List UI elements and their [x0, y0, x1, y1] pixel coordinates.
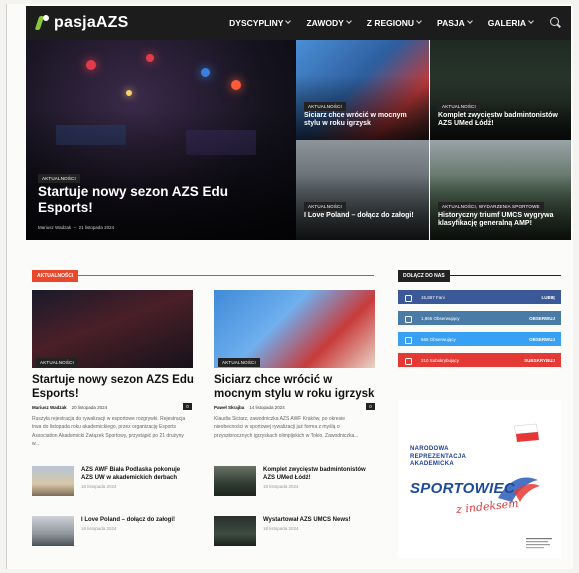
article-thumbnail[interactable] — [214, 466, 256, 496]
article-meta: Paweł Skrajba 14 listopada 2024 — [214, 405, 285, 410]
ad-brand: SPORTOWIEC — [410, 480, 515, 497]
sponsor-logo-icon — [526, 538, 552, 549]
author[interactable]: Paweł Skrajba — [214, 405, 244, 410]
sidebar-advertisement[interactable]: Narodowa reprezentacja akademicka SPORTO… — [398, 400, 561, 558]
date: 21 listopada 2024 — [78, 225, 115, 230]
top-navbar: pasjaAZS DYSCYPLINY ZAWODY Z REGIONU PAS… — [26, 6, 571, 40]
social-instagram[interactable]: 1,865 Obserwujący OBSERWUJ — [398, 311, 561, 325]
featured-main[interactable]: AKTUALNOŚCI Startuje nowy sezon AZS Edu … — [26, 40, 296, 240]
logo-text: pasjaAZS — [54, 14, 129, 31]
article-image[interactable]: AKTUALNOŚCI — [214, 290, 375, 368]
tile-title[interactable]: Historyczny triumf UMCS wygrywa klasyfik… — [438, 212, 563, 229]
menu-item-galeria[interactable]: GALERIA — [480, 18, 541, 28]
date: 18 listopada 2024 — [81, 526, 117, 532]
featured-tile-4[interactable]: AKTUALNOŚCI, WYDARZENIA SPORTOWE History… — [430, 140, 571, 240]
article-excerpt: Klaudia Siciarz, zawodniczka AZS AWF Kra… — [214, 416, 359, 439]
news-section-header: AKTUALNOŚCI — [32, 264, 374, 282]
category-label[interactable]: AKTUALNOŚCI — [304, 102, 346, 111]
author[interactable]: Mariusz Wadzak — [32, 405, 67, 410]
social-youtube[interactable]: 210 Subskrybujący SUBSKRYBUJ — [398, 353, 561, 367]
chevron-down-icon — [345, 18, 352, 24]
article-thumbnail[interactable] — [32, 466, 74, 496]
list-item[interactable]: I Love Poland – dołącz do załogi! 18 lis… — [32, 516, 192, 546]
category-label[interactable]: AKTUALNOŚCI, WYDARZENIA SPORTOWE — [438, 202, 544, 211]
chevron-down-icon — [285, 18, 292, 24]
date: 18 listopada 2024 — [263, 526, 299, 532]
menu-item-pasja[interactable]: PASJA — [429, 18, 480, 28]
tile-title[interactable]: Siciarz chce wrócić w mocnym stylu w rok… — [304, 112, 422, 129]
date: 20 listopada 2024 — [71, 405, 108, 410]
site-logo[interactable]: pasjaAZS — [34, 12, 129, 34]
search-icon[interactable] — [550, 17, 561, 28]
article-thumbnail[interactable] — [214, 516, 256, 546]
comment-count[interactable]: 0 — [366, 403, 375, 410]
join-us-header: DOŁĄCZ DO NAS — [398, 264, 561, 282]
facebook-icon — [404, 294, 412, 302]
author[interactable]: Mariusz Wadzak — [38, 225, 71, 230]
ad-tagline: z indeksem — [455, 496, 520, 517]
social-count: 565 Obserwujący — [421, 336, 456, 342]
featured-title[interactable]: Startuje nowy sezon AZS Edu Esports! — [38, 184, 238, 216]
flag-icon — [513, 423, 539, 442]
list-item[interactable]: Komplet zwycięstw badmintonistów AZS UMe… — [214, 466, 374, 496]
social-action[interactable]: LUBIĘ — [542, 295, 556, 300]
menu-item-z-regionu[interactable]: Z REGIONU — [359, 18, 429, 28]
date: 14 listopada 2024 — [249, 405, 285, 410]
logo-icon — [34, 14, 52, 32]
menu-item-zawody[interactable]: ZAWODY — [298, 18, 358, 28]
main-menu: DYSCYPLINY ZAWODY Z REGIONU PASJA GALERI… — [221, 6, 541, 40]
featured-meta: Mariusz Wadzak – 21 listopada 2024 — [38, 225, 115, 230]
mini-title[interactable]: I Love Poland – dołącz do załogi! — [81, 516, 175, 524]
category-label[interactable]: AKTUALNOŚCI — [36, 358, 78, 367]
social-action[interactable]: OBSERWUJ — [529, 337, 555, 342]
youtube-icon — [404, 357, 412, 365]
social-action[interactable]: SUBSKRYBUJ — [524, 358, 555, 363]
tile-title[interactable]: I Love Poland – dołącz do załogi! — [304, 212, 414, 220]
date: 18 listopada 2024 — [81, 484, 117, 490]
mini-title[interactable]: Komplet zwycięstw badmintonistów AZS UMe… — [263, 466, 374, 482]
chevron-down-icon — [466, 18, 473, 24]
article-meta: Mariusz Wadzak 20 listopada 2024 — [32, 405, 107, 410]
social-count: 210 Subskrybujący — [421, 357, 460, 363]
mini-title[interactable]: AZS AWF Biała Podlaska pokonuje AZS UW w… — [81, 466, 192, 482]
social-count: 15,887 Fani — [421, 294, 445, 300]
category-label[interactable]: AKTUALNOŚCI — [438, 102, 480, 111]
instagram-icon — [404, 315, 412, 323]
list-item[interactable]: Wystartował AZS UMCS News! 18 listopada … — [214, 516, 374, 546]
social-count: 1,865 Obserwujący — [421, 315, 460, 321]
date: 18 listopada 2024 — [263, 484, 299, 490]
social-facebook[interactable]: 15,887 Fani LUBIĘ — [398, 290, 561, 304]
chevron-down-icon — [416, 18, 422, 24]
category-label[interactable]: AKTUALNOŚCI — [218, 358, 260, 367]
tile-title[interactable]: Komplet zwycięstw badmintonistów AZS UMe… — [438, 112, 563, 129]
list-item[interactable]: AZS AWF Biała Podlaska pokonuje AZS UW w… — [32, 466, 192, 496]
featured-tile-3[interactable]: AKTUALNOŚCI I Love Poland – dołącz do za… — [296, 140, 429, 240]
category-label[interactable]: AKTUALNOŚCI — [304, 202, 346, 211]
featured-grid: AKTUALNOŚCI Startuje nowy sezon AZS Edu … — [26, 40, 571, 240]
article-title[interactable]: Startuje nowy sezon AZS Edu Esports! — [32, 373, 197, 402]
article-image[interactable]: AKTUALNOŚCI — [32, 290, 193, 368]
chevron-down-icon — [528, 18, 534, 24]
article-excerpt: Ruszyła rejestracja do rywalizacji w esp… — [32, 416, 186, 447]
category-label[interactable]: AKTUALNOŚCI — [38, 174, 80, 183]
article-title[interactable]: Siciarz chce wrócić w mocnym stylu w rok… — [214, 373, 379, 402]
mini-title[interactable]: Wystartował AZS UMCS News! — [263, 516, 350, 524]
social-twitter[interactable]: 565 Obserwujący OBSERWUJ — [398, 332, 561, 346]
comment-count[interactable]: 0 — [183, 403, 192, 410]
article-thumbnail[interactable] — [32, 516, 74, 546]
featured-tile-2[interactable]: AKTUALNOŚCI Komplet zwycięstw badmintoni… — [430, 40, 571, 140]
featured-tile-1[interactable]: AKTUALNOŚCI Siciarz chce wrócić w mocnym… — [296, 40, 429, 140]
social-action[interactable]: OBSERWUJ — [529, 316, 555, 321]
twitter-icon — [404, 336, 412, 344]
ad-headline: Narodowa reprezentacja akademicka — [410, 446, 466, 467]
menu-item-dyscypliny[interactable]: DYSCYPLINY — [221, 18, 298, 28]
